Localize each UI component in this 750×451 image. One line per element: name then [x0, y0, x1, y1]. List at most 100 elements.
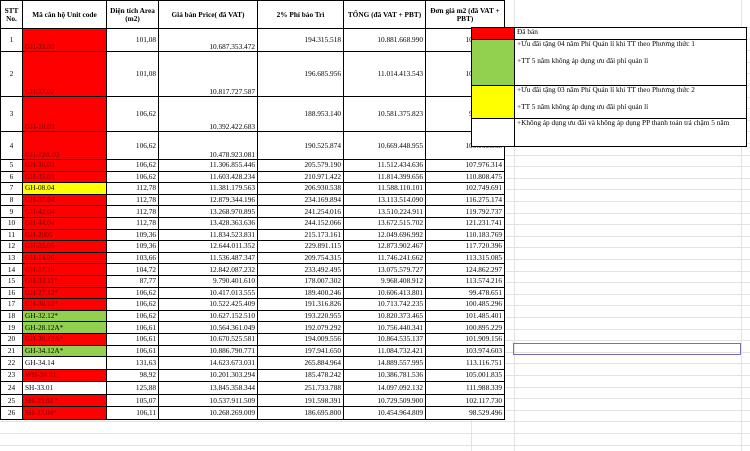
price-cell[interactable]: 10.564.361.049 [158, 321, 258, 334]
area-cell[interactable]: 106,62 [106, 286, 159, 300]
header-unit-code[interactable]: Mã căn hộ Unit code [22, 0, 107, 29]
unit-price-cell[interactable]: 107.976.314 [425, 159, 505, 172]
price-cell[interactable]: 10.522.425.409 [158, 298, 258, 311]
stt-cell[interactable]: 11 [0, 228, 23, 242]
unit-code-cell[interactable]: GH-10.03 [22, 96, 107, 132]
unit-code-cell[interactable]: GH-37.10 [22, 263, 107, 276]
header-total[interactable]: TỔNG (đã VAT + PBT) [343, 0, 426, 29]
total-cell[interactable]: 12.049.696.992 [343, 228, 426, 242]
unit-code-cell[interactable]: GH-2805 [22, 228, 107, 242]
unit-code-cell[interactable]: GH-12A.03 [22, 131, 107, 160]
header-area[interactable]: Diện tích Area (m2) [106, 0, 159, 29]
area-cell[interactable]: 103,66 [106, 251, 159, 265]
total-cell[interactable]: 10.820.373.465 [343, 309, 426, 323]
price-cell[interactable]: 10.268.269.009 [158, 406, 258, 421]
area-cell[interactable]: 109,36 [106, 240, 159, 253]
area-cell[interactable]: 106,11 [106, 406, 159, 421]
price-cell[interactable]: 10.392.422.683 [158, 96, 258, 132]
unit-price-cell[interactable]: 105.001.835 [425, 368, 505, 383]
unit-price-cell[interactable]: 101.909.156 [425, 332, 505, 346]
legend-label[interactable]: +Không áp dụng ưu đãi và không áp dụng P… [514, 118, 747, 147]
stt-cell[interactable]: 24 [0, 381, 23, 395]
total-cell[interactable]: 11.014.413.543 [343, 51, 426, 97]
unit-price-cell[interactable]: 99.478.651 [425, 286, 505, 300]
unit-code-cell[interactable]: GH-08.04 [22, 182, 107, 195]
legend-swatch[interactable] [471, 39, 515, 86]
stt-cell[interactable]: 1 [0, 28, 23, 52]
area-cell[interactable]: 87,77 [106, 274, 159, 288]
price-cell[interactable]: 13.428.363.636 [158, 216, 258, 230]
area-cell[interactable]: 104,72 [106, 263, 159, 276]
stt-cell[interactable]: 6 [0, 170, 23, 184]
maintenance-fee-cell[interactable]: 206.930.538 [257, 182, 344, 195]
price-cell[interactable]: 10.417.013.555 [158, 286, 258, 300]
stt-cell[interactable]: 20 [0, 332, 23, 346]
maintenance-fee-cell[interactable]: 188.953.140 [257, 96, 344, 132]
total-cell[interactable]: 10.729.509.900 [343, 393, 426, 408]
header-price[interactable]: Giá bán Price( đã VAT) [158, 0, 258, 29]
total-cell[interactable]: 14.097.092.132 [343, 381, 426, 395]
price-cell[interactable]: 13.845.358.344 [158, 381, 258, 395]
legend-swatch[interactable] [471, 27, 515, 40]
total-cell[interactable]: 14.889.557.995 [343, 356, 426, 370]
maintenance-fee-cell[interactable]: 178.007.302 [257, 274, 344, 288]
stt-cell[interactable]: 16 [0, 286, 23, 300]
header-unit-price[interactable]: Đơn giá m2 (đã VAT + PBT) [425, 0, 505, 29]
maintenance-fee-cell[interactable]: 229.891.115 [257, 240, 344, 253]
maintenance-fee-cell[interactable]: 197.941.650 [257, 344, 344, 358]
area-cell[interactable]: 106,62 [106, 298, 159, 311]
price-cell[interactable]: 10.201.303.294 [158, 368, 258, 383]
unit-code-cell[interactable]: GH-28.12A* [22, 321, 107, 334]
stt-cell[interactable]: 22 [0, 356, 23, 370]
unit-code-cell[interactable]: GH-37.02 [22, 51, 107, 97]
price-cell[interactable]: 10.670.525.581 [158, 332, 258, 346]
total-cell[interactable]: 9.968.408.912 [343, 274, 426, 288]
area-cell[interactable]: 112,78 [106, 205, 159, 218]
maintenance-fee-cell[interactable]: 265.884.964 [257, 356, 344, 370]
price-cell[interactable]: 11.603.428.234 [158, 170, 258, 184]
maintenance-fee-cell[interactable]: 194.009.556 [257, 332, 344, 346]
unit-code-cell[interactable]: GH-42.04 [22, 205, 107, 218]
price-cell[interactable]: 10.886.790.771 [158, 344, 258, 358]
unit-price-cell[interactable]: 117.720.396 [425, 240, 505, 253]
area-cell[interactable]: 106,62 [106, 309, 159, 323]
area-cell[interactable]: 101,08 [106, 28, 159, 52]
unit-price-cell[interactable]: 113.574.216 [425, 274, 505, 288]
total-cell[interactable]: 10.669.448.955 [343, 131, 426, 160]
stt-cell[interactable]: 7 [0, 182, 23, 195]
stt-cell[interactable]: 18 [0, 309, 23, 323]
stt-cell[interactable]: 10 [0, 216, 23, 230]
stt-cell[interactable]: 26 [0, 406, 23, 421]
unit-code-cell[interactable]: SH-29.02 * [22, 393, 107, 408]
stt-cell[interactable]: 17 [0, 298, 23, 311]
total-cell[interactable]: 10.454.964.809 [343, 406, 426, 421]
unit-price-cell[interactable]: 101.485.401 [425, 309, 505, 323]
total-cell[interactable]: 10.881.668.990 [343, 28, 426, 52]
area-cell[interactable]: 105,07 [106, 393, 159, 408]
unit-price-cell[interactable]: 113.116.751 [425, 356, 505, 370]
stt-cell[interactable]: 12 [0, 240, 23, 253]
unit-price-cell[interactable]: 110.183.769 [425, 228, 505, 242]
stt-cell[interactable]: 5 [0, 159, 23, 172]
total-cell[interactable]: 12.873.902.467 [343, 240, 426, 253]
total-cell[interactable]: 11.084.732.421 [343, 344, 426, 358]
unit-price-cell[interactable]: 102.749.691 [425, 182, 505, 195]
total-cell[interactable]: 13.510.224.911 [343, 205, 426, 218]
maintenance-fee-cell[interactable]: 189.400.246 [257, 286, 344, 300]
maintenance-fee-cell[interactable]: 191.316.826 [257, 298, 344, 311]
unit-price-cell[interactable]: 100.895.229 [425, 321, 505, 334]
total-cell[interactable]: 10.713.742.235 [343, 298, 426, 311]
unit-price-cell[interactable]: 98.529.496 [425, 406, 505, 421]
maintenance-fee-cell[interactable]: 209.754.315 [257, 251, 344, 265]
unit-price-cell[interactable]: 113.315.085 [425, 251, 505, 265]
stt-cell[interactable]: 8 [0, 193, 23, 207]
unit-code-cell[interactable]: GH-34.14 [22, 356, 107, 370]
area-cell[interactable]: 125,88 [106, 381, 159, 395]
total-cell[interactable]: 10.756.440.341 [343, 321, 426, 334]
header-maintenance-fee[interactable]: 2% Phí bảo Trì [257, 0, 344, 29]
unit-price-cell[interactable]: 116.275.174 [425, 193, 505, 207]
price-cell[interactable]: 11.834.523.831 [158, 228, 258, 242]
area-cell[interactable]: 109,36 [106, 228, 159, 242]
maintenance-fee-cell[interactable]: 185.478.242 [257, 368, 344, 383]
price-cell[interactable]: 11.536.487.347 [158, 251, 258, 265]
